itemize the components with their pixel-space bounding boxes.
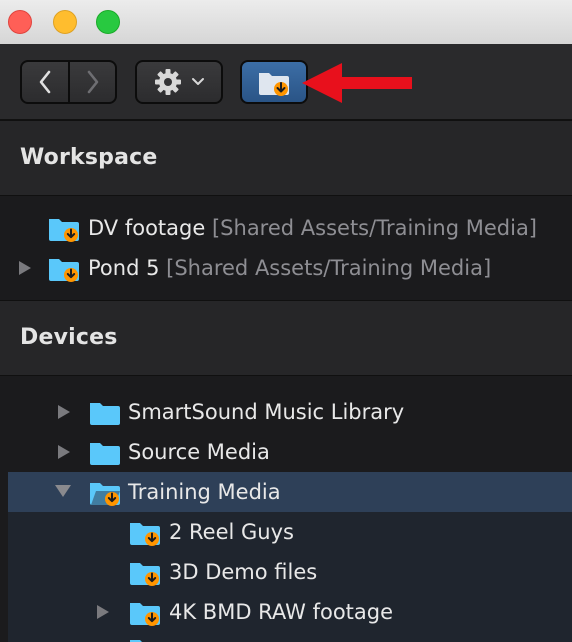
- gear-icon: [155, 69, 181, 95]
- forward-button[interactable]: [70, 62, 116, 102]
- folder-download-icon: [49, 219, 79, 242]
- back-button[interactable]: [22, 62, 70, 102]
- disclosure-triangle-expanded-icon[interactable]: [54, 484, 72, 498]
- folder-icon: [90, 443, 120, 465]
- folder-import-icon: [259, 73, 289, 96]
- item-label: Source Media: [128, 440, 270, 464]
- settings-menu-button[interactable]: [135, 60, 223, 104]
- chevron-left-icon: [39, 70, 51, 94]
- devices-list: SmartSound Music Library Source Media Tr…: [0, 376, 572, 642]
- disclosure-triangle-icon[interactable]: [18, 260, 32, 276]
- folder-download-icon: [130, 523, 160, 546]
- item-label: DV footage: [88, 216, 206, 240]
- workspace-section-header[interactable]: Workspace: [0, 120, 572, 196]
- list-item[interactable]: Source Media: [0, 432, 572, 472]
- list-item[interactable]: Pond 5 [Shared Assets/Training Media]: [0, 248, 572, 288]
- item-label: 4K BMD RAW footage: [169, 600, 394, 624]
- item-label: 3D Demo files: [169, 560, 318, 584]
- import-folder-button[interactable]: [240, 60, 308, 104]
- maximize-window-button[interactable]: [96, 10, 120, 34]
- workspace-title: Workspace: [20, 145, 158, 170]
- list-item[interactable]: 3D Demo files: [8, 552, 572, 592]
- minimize-window-button[interactable]: [53, 10, 77, 34]
- devices-title: Devices: [20, 325, 118, 350]
- devices-section-header[interactable]: Devices: [0, 300, 572, 376]
- folder-download-icon: [130, 563, 160, 586]
- folder-icon: [130, 640, 142, 642]
- item-path: [Shared Assets/Training Media]: [211, 216, 538, 240]
- list-item-partial[interactable]: [8, 632, 572, 642]
- workspace-list: DV footage [Shared Assets/Training Media…: [0, 196, 572, 300]
- list-item[interactable]: 4K BMD RAW footage: [8, 592, 572, 632]
- item-label: Training Media: [128, 480, 281, 504]
- chevron-right-icon: [87, 70, 99, 94]
- disclosure-triangle-icon[interactable]: [96, 604, 110, 620]
- window-titlebar: [0, 0, 572, 44]
- navigation-button-group: [20, 60, 117, 104]
- close-window-button[interactable]: [8, 10, 32, 34]
- item-path: [Shared Assets/Training Media]: [166, 256, 492, 280]
- list-item[interactable]: 2 Reel Guys: [8, 512, 572, 552]
- folder-download-icon: [49, 259, 79, 282]
- toolbar: [0, 44, 572, 120]
- folder-open-download-icon: [90, 483, 120, 506]
- list-item-selected[interactable]: Training Media: [8, 472, 572, 512]
- folder-icon: [90, 403, 120, 425]
- list-item[interactable]: DV footage [Shared Assets/Training Media…: [0, 208, 572, 248]
- folder-download-icon: [130, 603, 160, 626]
- item-label: 2 Reel Guys: [169, 520, 294, 544]
- list-item[interactable]: SmartSound Music Library: [0, 392, 572, 432]
- item-label: SmartSound Music Library: [128, 400, 405, 424]
- disclosure-triangle-icon[interactable]: [57, 404, 71, 420]
- chevron-down-icon: [192, 78, 204, 85]
- disclosure-triangle-icon[interactable]: [57, 444, 71, 460]
- annotation-arrow: [302, 63, 412, 103]
- item-label: Pond 5: [88, 256, 160, 280]
